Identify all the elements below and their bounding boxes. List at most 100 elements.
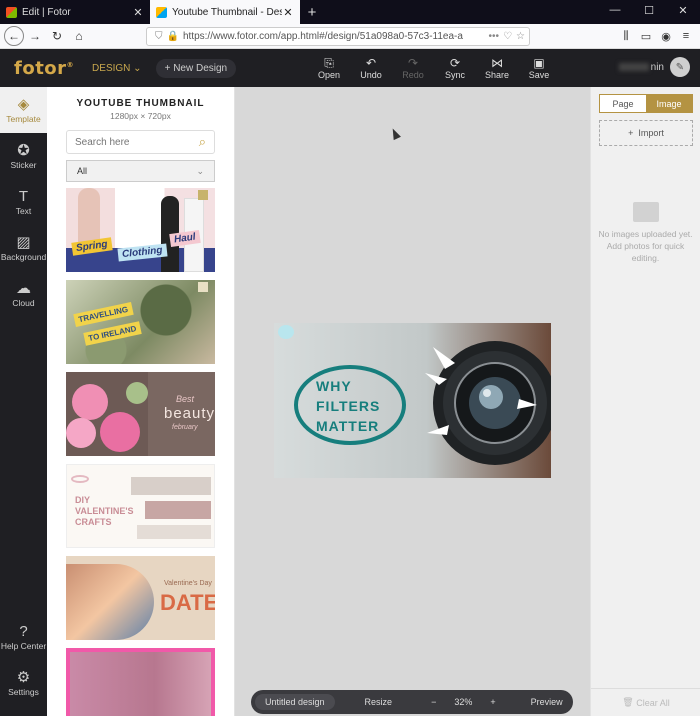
sidebar-icon[interactable]: ▭ <box>636 30 656 43</box>
close-icon[interactable]: ✕ <box>282 6 294 19</box>
redo-button[interactable]: ↷ Redo <box>392 49 434 87</box>
cloud-icon: ☁ <box>16 280 31 297</box>
sync-button[interactable]: ⟳ Sync <box>434 49 476 87</box>
chevron-down-icon: ⌄ <box>196 165 204 176</box>
canvas-stage[interactable]: WHY FILTERS MATTER Untitled design Resiz… <box>235 87 590 716</box>
app-header: fotor® DESIGN ⌄ + New Design ⎘ Open ↶ Undo… <box>0 49 700 87</box>
user-area[interactable]: nin ✎ <box>618 57 690 77</box>
forward-icon[interactable]: → <box>24 26 46 46</box>
rail-item-sticker[interactable]: ✪ Sticker <box>0 133 47 179</box>
template-text: DIY <box>75 495 91 505</box>
search-input[interactable] <box>75 136 199 148</box>
lock-icon: 🔒 <box>166 30 179 42</box>
zoom-level: 32% <box>454 697 473 707</box>
rail-item-cloud[interactable]: ☁ Cloud <box>0 271 47 317</box>
template-thumbnail[interactable]: TRAVELLING TO IRELAND <box>66 280 215 364</box>
browser-toolbar-right: ⫼ ▭ ◉ ≡ <box>616 30 696 43</box>
browser-nav-bar: ← → ↻ ⌂ ⛉ 🔒 https://www.fotor.com/app.ht… <box>0 24 700 49</box>
rail-item-settings[interactable]: ⚙ Settings <box>0 660 47 706</box>
template-thumbnail[interactable]: Best beauty february <box>66 372 215 456</box>
rail-item-help-center[interactable]: ? Help Center <box>0 614 47 660</box>
fotor-logo[interactable]: fotor® <box>14 58 74 79</box>
tab-title: Edit | Fotor <box>22 6 71 18</box>
camera-lens-image[interactable] <box>417 325 551 478</box>
new-tab-button[interactable]: + <box>300 0 324 24</box>
save-button[interactable]: ▣ Save <box>518 49 560 87</box>
reload-icon[interactable]: ↻ <box>46 26 68 46</box>
star-icon: ✪ <box>17 142 30 159</box>
category-filter[interactable]: All ⌄ <box>66 160 215 182</box>
template-search[interactable]: ⌕ <box>66 130 215 154</box>
fotor-favicon <box>6 6 17 18</box>
editor-toolbar: ⎘ Open ↶ Undo ↷ Redo ⟳ Sync ⋈ Share ▣ Save <box>308 49 560 87</box>
design-headline[interactable]: WHY FILTERS MATTER <box>316 376 380 436</box>
design-canvas[interactable]: WHY FILTERS MATTER <box>274 323 551 478</box>
bookmark-star-icon[interactable]: ☆ <box>516 31 525 42</box>
rail-item-text[interactable]: T Text <box>0 179 47 225</box>
template-panel: YOUTUBE THUMBNAIL 1280px × 720px ⌕ All ⌄… <box>47 87 235 716</box>
left-rail: ◈ Template ✪ Sticker T Text ▨ Background ☁ Cl… <box>0 87 47 716</box>
avatar[interactable]: ✎ <box>670 57 690 77</box>
template-text: DATE <box>160 590 215 615</box>
maximize-icon[interactable]: ☐ <box>632 0 666 20</box>
open-icon: ⎘ <box>324 56 334 70</box>
tab-title: Youtube Thumbnail - Design | F <box>172 6 282 18</box>
undo-button[interactable]: ↶ Undo <box>350 49 392 87</box>
redo-icon: ↷ <box>407 56 419 70</box>
preview-button[interactable]: Preview <box>531 697 563 707</box>
zoom-in-button[interactable]: + <box>490 697 495 707</box>
search-icon[interactable]: ⌕ <box>199 134 206 150</box>
clear-all-button[interactable]: 🗑 Clear All <box>591 688 700 716</box>
close-icon[interactable]: ✕ <box>132 6 144 19</box>
close-window-icon[interactable]: ✕ <box>666 0 700 20</box>
gear-icon: ⚙ <box>16 669 31 686</box>
template-text: beauty <box>164 405 215 422</box>
rail-item-background[interactable]: ▨ Background <box>0 225 47 271</box>
library-icon[interactable]: ⫼ <box>616 30 636 43</box>
premium-crown-icon <box>198 282 208 292</box>
panel-size: 1280px × 720px <box>110 111 171 121</box>
zoom-out-button[interactable]: − <box>431 697 436 707</box>
back-icon[interactable]: ← <box>4 26 24 46</box>
right-panel-tabs: Page Image <box>599 94 693 113</box>
document-name[interactable]: Untitled design <box>255 694 335 710</box>
account-icon[interactable]: ◉ <box>656 30 676 43</box>
trash-icon: 🗑 <box>622 697 634 707</box>
url-bar[interactable]: ⛉ 🔒 https://www.fotor.com/app.html#/desi… <box>146 26 530 46</box>
save-icon: ▣ <box>533 56 545 70</box>
resize-button[interactable]: Resize <box>365 697 393 707</box>
canvas-bottom-bar: Untitled design Resize − 32% + Preview <box>251 690 573 714</box>
import-button[interactable]: + Import <box>599 120 693 146</box>
more-icon[interactable]: ••• <box>489 31 500 42</box>
undo-icon: ↶ <box>365 56 377 70</box>
help-icon: ? <box>19 623 28 640</box>
minimize-icon[interactable]: — <box>598 0 632 20</box>
template-thumbnail[interactable] <box>66 648 215 716</box>
mouse-cursor-icon <box>389 126 401 141</box>
template-thumbnail[interactable]: Valentine's Day DATE <box>66 556 215 640</box>
panel-title: YOUTUBE THUMBNAIL <box>76 98 205 109</box>
browser-tab-design[interactable]: Youtube Thumbnail - Design | F ✕ <box>150 0 300 24</box>
zoom-control: − 32% + <box>422 697 505 707</box>
browser-tab-edit[interactable]: Edit | Fotor ✕ <box>0 0 150 24</box>
template-text: february <box>172 424 198 431</box>
open-button[interactable]: ⎘ Open <box>308 49 350 87</box>
template-text: VALENTINE'S <box>75 506 134 516</box>
text-icon: T <box>18 188 29 205</box>
template-text: Best <box>176 394 195 404</box>
template-thumbnail[interactable]: Spring Clothing Haul <box>66 188 215 272</box>
empty-state-text: No images uploaded yet. Add photos for q… <box>598 229 693 263</box>
share-button[interactable]: ⋈ Share <box>476 49 518 87</box>
template-text: Valentine's Day <box>164 580 212 587</box>
template-text: TO IRELAND <box>83 321 142 346</box>
shield-icon: ⛉ <box>155 30 163 42</box>
menu-icon[interactable]: ≡ <box>676 30 696 43</box>
pocket-icon[interactable]: ♡ <box>503 31 512 42</box>
home-icon[interactable]: ⌂ <box>68 26 90 46</box>
template-thumbnail[interactable]: DIY VALENTINE'S CRAFTS <box>66 464 215 548</box>
design-menu[interactable]: DESIGN ⌄ <box>92 63 142 74</box>
tab-image[interactable]: Image <box>646 95 692 112</box>
tab-page[interactable]: Page <box>600 95 646 112</box>
new-design-button[interactable]: + New Design <box>155 58 237 78</box>
rail-item-template[interactable]: ◈ Template <box>0 87 47 133</box>
